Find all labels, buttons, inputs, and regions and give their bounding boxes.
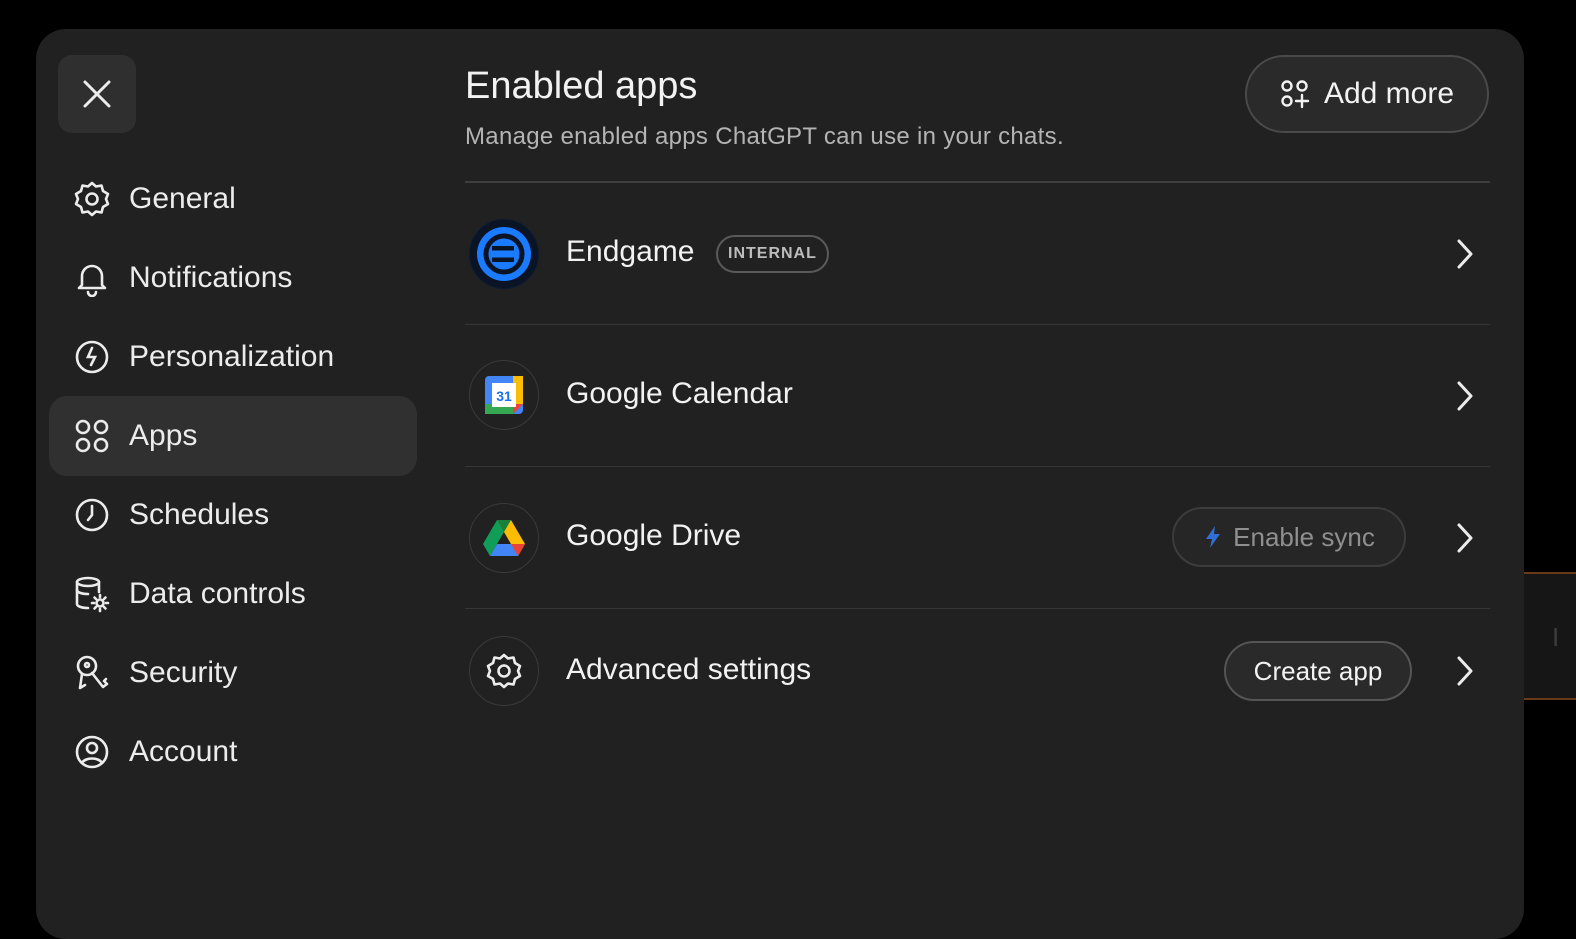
nav-label-security: Security: [129, 656, 238, 689]
create-app-label: Create app: [1253, 655, 1383, 686]
nav-label-account: Account: [129, 735, 238, 768]
enable-sync-button[interactable]: Enable sync: [1172, 507, 1406, 567]
enable-sync-label: Enable sync: [1233, 521, 1375, 552]
bell-icon: [73, 259, 111, 297]
app-name: Advanced settings: [566, 653, 812, 686]
add-more-label: Add more: [1323, 77, 1455, 110]
nav-item-account[interactable]: Account: [49, 712, 417, 792]
app-row-google-calendar[interactable]: 31 Google Calendar: [465, 325, 1490, 467]
nav-item-notifications[interactable]: Notifications: [49, 238, 417, 318]
nav-label-notifications: Notifications: [129, 261, 293, 294]
nav-label-personalization: Personalization: [129, 340, 335, 373]
nav-item-schedules[interactable]: Schedules: [49, 475, 417, 555]
settings-modal: General Notifications Personalization Ap…: [36, 29, 1524, 939]
clock-icon: [73, 496, 111, 534]
apps-grid-icon: [73, 417, 111, 455]
app-name: Google Calendar: [566, 377, 793, 410]
app-name: Endgame: [566, 235, 695, 268]
nav-label-data-controls: Data controls: [129, 577, 306, 610]
background-window-glyph: I: [1552, 622, 1560, 652]
gear-icon: [469, 636, 539, 706]
settings-nav: General Notifications Personalization Ap…: [49, 159, 417, 791]
personalization-icon: [73, 338, 111, 376]
add-more-button[interactable]: Add more: [1245, 55, 1489, 133]
chevron-right-icon: [1450, 236, 1480, 272]
user-circle-icon: [73, 733, 111, 771]
nav-label-apps: Apps: [129, 419, 198, 452]
google-drive-icon: [469, 503, 539, 573]
page-subtitle: Manage enabled apps ChatGPT can use in y…: [465, 123, 1064, 150]
nav-item-apps[interactable]: Apps: [49, 396, 417, 476]
nav-label-general: General: [129, 182, 236, 215]
key-icon: [73, 654, 111, 692]
gear-icon: [73, 180, 111, 218]
app-row-endgame[interactable]: Endgame INTERNAL: [465, 183, 1490, 325]
app-row-google-drive[interactable]: Google Drive Enable sync: [465, 467, 1490, 609]
google-calendar-icon: 31: [469, 360, 539, 430]
nav-item-personalization[interactable]: Personalization: [49, 317, 417, 397]
close-button[interactable]: [58, 55, 136, 133]
nav-label-schedules: Schedules: [129, 498, 270, 531]
endgame-logo-icon: [469, 219, 539, 289]
nav-item-general[interactable]: General: [49, 159, 417, 239]
nav-item-data-controls[interactable]: Data controls: [49, 554, 417, 634]
nav-item-security[interactable]: Security: [49, 633, 417, 713]
database-gear-icon: [73, 575, 111, 613]
app-row-advanced-settings[interactable]: Advanced settings Create app: [465, 609, 1490, 735]
chevron-right-icon: [1450, 520, 1480, 556]
create-app-button[interactable]: Create app: [1224, 641, 1412, 701]
internal-badge: INTERNAL: [716, 235, 829, 273]
close-icon: [83, 80, 111, 108]
page-title: Enabled apps: [465, 65, 698, 107]
calendar-logo-date: 31: [496, 388, 512, 404]
lightning-icon: [1206, 526, 1221, 548]
chevron-right-icon: [1450, 378, 1480, 414]
chevron-right-icon: [1450, 653, 1480, 689]
apps-add-icon: [1281, 80, 1310, 109]
background-window-edge: I: [1524, 572, 1576, 700]
app-name: Google Drive: [566, 519, 742, 552]
